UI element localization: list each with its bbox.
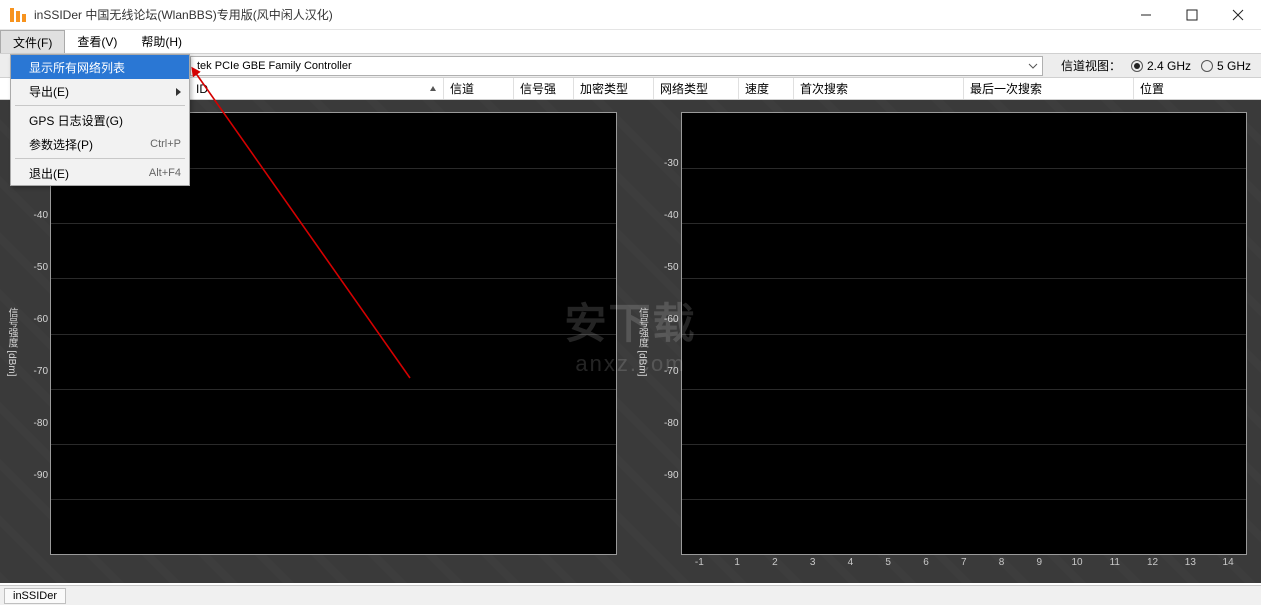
xtick: -1 bbox=[681, 557, 719, 573]
ytick: -70 bbox=[22, 366, 48, 377]
col-firstseen[interactable]: 首次搜索 bbox=[794, 78, 964, 99]
status-bar: inSSIDer bbox=[0, 585, 1261, 605]
radio-2-4ghz[interactable]: 2.4 GHz bbox=[1131, 59, 1191, 73]
xtick: 10 bbox=[1058, 557, 1096, 573]
ytick: -70 bbox=[653, 366, 679, 377]
sort-asc-icon bbox=[429, 82, 437, 96]
radio-2-4ghz-label: 2.4 GHz bbox=[1147, 59, 1191, 73]
menu-params[interactable]: 参数选择(P) Ctrl+P bbox=[11, 132, 189, 156]
ytick: -50 bbox=[22, 262, 48, 273]
radio-5ghz-label: 5 GHz bbox=[1217, 59, 1251, 73]
xtick: 3 bbox=[794, 557, 832, 573]
ytick: -50 bbox=[653, 262, 679, 273]
ytick: -60 bbox=[653, 314, 679, 325]
xtick: 14 bbox=[1209, 557, 1247, 573]
radio-5ghz[interactable]: 5 GHz bbox=[1201, 59, 1251, 73]
chart-channel: 信号强度 [dBm] -11234567891011121314 -30-40-… bbox=[637, 108, 1256, 575]
ytick: -40 bbox=[653, 210, 679, 221]
ytick: -60 bbox=[22, 314, 48, 325]
xtick: 12 bbox=[1134, 557, 1172, 573]
chart-channel-frame bbox=[681, 112, 1248, 555]
xtick: 11 bbox=[1096, 557, 1134, 573]
xtick: 4 bbox=[832, 557, 870, 573]
chart-channel-xaxis: -11234567891011121314 bbox=[681, 557, 1248, 573]
app-icon bbox=[8, 5, 28, 25]
menu-gps-settings[interactable]: GPS 日志设置(G) bbox=[11, 108, 189, 132]
ytick: -90 bbox=[653, 470, 679, 481]
submenu-arrow-icon bbox=[175, 86, 183, 100]
ytick: -30 bbox=[653, 158, 679, 169]
ytick: -80 bbox=[653, 418, 679, 429]
xtick: 2 bbox=[756, 557, 794, 573]
chart-time-ylabel: 信号强度 [dBm] bbox=[4, 307, 19, 376]
chevron-down-icon bbox=[1028, 61, 1038, 74]
ytick: -90 bbox=[22, 470, 48, 481]
xtick: 9 bbox=[1020, 557, 1058, 573]
channel-view-label: 信道视图： bbox=[1061, 57, 1121, 74]
menu-view[interactable]: 查看(V) bbox=[65, 30, 129, 53]
ytick: -40 bbox=[22, 210, 48, 221]
close-button[interactable] bbox=[1215, 0, 1261, 30]
file-dropdown: 显示所有网络列表 导出(E) GPS 日志设置(G) 参数选择(P) Ctrl+… bbox=[10, 54, 190, 186]
minimize-button[interactable] bbox=[1123, 0, 1169, 30]
xtick: 6 bbox=[907, 557, 945, 573]
menubar: 文件(F) 查看(V) 帮助(H) bbox=[0, 30, 1261, 54]
adapter-dropdown[interactable]: tek PCIe GBE Family Controller bbox=[190, 56, 1043, 76]
window-title: inSSIDer 中国无线论坛(WlanBBS)专用版(风中闲人汉化) bbox=[34, 6, 333, 23]
xtick: 13 bbox=[1171, 557, 1209, 573]
col-lastseen[interactable]: 最后一次搜索 bbox=[964, 78, 1134, 99]
xtick: 8 bbox=[983, 557, 1021, 573]
xtick: 1 bbox=[718, 557, 756, 573]
menu-export[interactable]: 导出(E) bbox=[11, 79, 189, 103]
titlebar: inSSIDer 中国无线论坛(WlanBBS)专用版(风中闲人汉化) bbox=[0, 0, 1261, 30]
ytick: -80 bbox=[22, 418, 48, 429]
col-speed[interactable]: 速度 bbox=[739, 78, 794, 99]
col-rssi[interactable]: 信号强 bbox=[514, 78, 574, 99]
adapter-value: tek PCIe GBE Family Controller bbox=[197, 60, 352, 72]
menu-separator bbox=[15, 105, 185, 106]
status-app: inSSIDer bbox=[4, 588, 66, 604]
xtick: 7 bbox=[945, 557, 983, 573]
xtick: 5 bbox=[869, 557, 907, 573]
col-location[interactable]: 位置 bbox=[1134, 78, 1261, 99]
menu-help[interactable]: 帮助(H) bbox=[129, 30, 194, 53]
menu-exit[interactable]: 退出(E) Alt+F4 bbox=[11, 161, 189, 185]
menu-file[interactable]: 文件(F) bbox=[0, 30, 65, 53]
menu-separator bbox=[15, 158, 185, 159]
col-nettype[interactable]: 网络类型 bbox=[654, 78, 739, 99]
menu-show-all-networks[interactable]: 显示所有网络列表 bbox=[11, 55, 189, 79]
col-channel[interactable]: 信道 bbox=[444, 78, 514, 99]
col-security[interactable]: 加密类型 bbox=[574, 78, 654, 99]
maximize-button[interactable] bbox=[1169, 0, 1215, 30]
chart-channel-ylabel: 信号强度 [dBm] bbox=[635, 307, 650, 376]
